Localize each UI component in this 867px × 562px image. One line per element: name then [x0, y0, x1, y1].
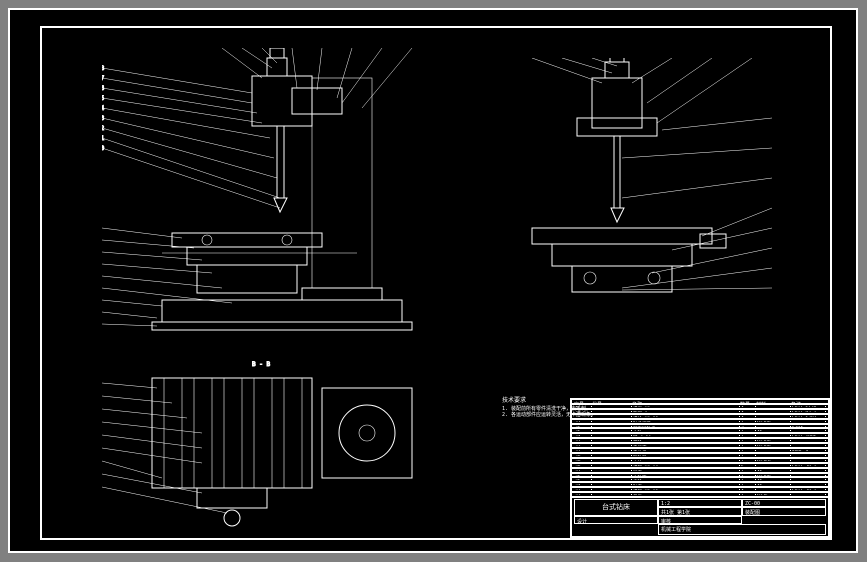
front-view: 18 17 16 15 14 13 12 11 10	[102, 48, 432, 348]
drawing-border: 18 17 16 15 14 13 12 11 10	[40, 26, 832, 540]
title-block: 序号代号 名称数量 材料备注 40螺母 M84GB/T 617039垫圈 84G…	[570, 398, 830, 538]
balloon: 11	[102, 135, 105, 142]
org: 机械工程学院	[658, 524, 826, 535]
balloon: 16	[102, 85, 105, 92]
balloon: 12	[102, 125, 105, 132]
drawing-name: 台式钻床	[574, 499, 658, 516]
top-section-view: B - B	[102, 358, 432, 528]
side-view	[472, 58, 782, 318]
balloon: 18	[102, 65, 105, 72]
balloon: 17	[102, 75, 105, 82]
cad-window-frame: 18 17 16 15 14 13 12 11 10	[8, 8, 858, 553]
balloon: 10	[102, 145, 105, 152]
section-label: B - B	[252, 361, 270, 368]
title-block-main: 台式钻床 1:2 ZC-00 共1张 第1张 装配图 设计 审核 机械工程学院	[571, 497, 829, 537]
balloon: 14	[102, 105, 105, 112]
balloon: 15	[102, 95, 105, 102]
balloon: 13	[102, 115, 105, 122]
drawing-canvas: 18 17 16 15 14 13 12 11 10	[42, 28, 830, 538]
drawing-no: ZC-00	[742, 499, 826, 507]
